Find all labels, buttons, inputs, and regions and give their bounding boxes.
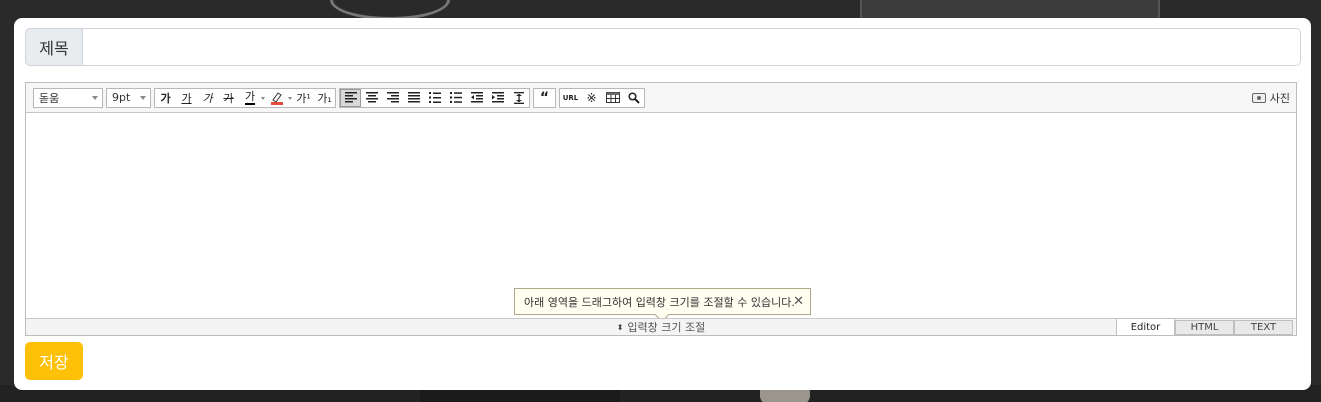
link-button[interactable]: URL — [560, 89, 581, 107]
font-family-select[interactable]: 돋움 — [33, 87, 103, 108]
outdent-button[interactable] — [466, 89, 487, 107]
align-justify-button[interactable] — [403, 89, 424, 107]
strikethrough-button[interactable]: 가 — [218, 89, 239, 107]
insert-photo-button[interactable]: 사진 — [1251, 89, 1290, 107]
font-size-value: 9pt — [112, 91, 131, 104]
line-height-icon — [513, 91, 524, 104]
resize-hint-tooltip: 아래 영역을 드래그하여 입력창 크기를 조절할 수 있습니다. ✕ — [514, 288, 811, 323]
line-height-button[interactable] — [508, 89, 529, 107]
chevron-down-icon — [92, 95, 98, 100]
font-color-icon: 가 — [244, 89, 256, 105]
font-family-value: 돋움 — [39, 91, 60, 105]
quote-icon: “ — [539, 89, 550, 106]
resize-label: 입력창 크기 조절 — [627, 321, 706, 334]
camera-icon — [1251, 93, 1266, 103]
chevron-down-icon — [288, 96, 292, 100]
quote-group: “ — [533, 87, 556, 108]
background-shape — [860, 0, 1160, 20]
rich-text-editor: 돋움 9pt 가 가 가 가 가 가¹ 가₁ “ URL ※ 사진 아래 영역을… — [25, 82, 1297, 336]
tooltip-text: 아래 영역을 드래그하여 입력창 크기를 조절할 수 있습니다. — [524, 295, 795, 309]
bold-button[interactable]: 가 — [155, 89, 176, 107]
outdent-icon — [470, 92, 483, 103]
italic-icon: 가 — [202, 91, 213, 105]
search-icon — [627, 91, 640, 104]
ordered-list-icon — [428, 92, 441, 103]
resize-handle[interactable]: ⬍ 입력창 크기 조절 — [26, 318, 1296, 335]
align-left-button[interactable] — [340, 88, 361, 107]
tab-editor[interactable]: Editor — [1116, 318, 1175, 335]
post-form-card: 제목 돋움 9pt 가 가 가 가 가 가¹ 가₁ “ URL ※ 사진 아래 … — [14, 18, 1311, 390]
underline-icon: 가 — [181, 91, 192, 105]
subscript-icon: 가₁ — [317, 91, 332, 105]
table-button[interactable] — [602, 89, 623, 107]
align-center-icon — [365, 92, 378, 103]
font-color-button[interactable]: 가 — [239, 89, 266, 107]
chevron-down-icon — [140, 95, 146, 100]
align-right-icon — [386, 92, 399, 103]
align-justify-icon — [407, 92, 420, 103]
paragraph-group — [339, 87, 530, 108]
insert-group: URL ※ — [559, 87, 645, 108]
background-shape — [330, 0, 450, 20]
italic-button[interactable]: 가 — [197, 89, 218, 107]
text-style-group: 가 가 가 가 가 가¹ 가₁ — [154, 87, 336, 108]
ordered-list-button[interactable] — [424, 89, 445, 107]
title-label: 제목 — [25, 28, 82, 66]
blockquote-button[interactable]: “ — [534, 89, 555, 107]
bullet-list-icon — [449, 92, 462, 103]
align-right-button[interactable] — [382, 89, 403, 107]
highlighter-icon — [271, 91, 283, 105]
highlight-color-button[interactable] — [266, 89, 293, 107]
resize-icon: ⬍ — [616, 322, 624, 332]
chevron-down-icon — [261, 96, 265, 100]
tab-text[interactable]: TEXT — [1234, 320, 1293, 335]
title-input[interactable] — [82, 28, 1301, 66]
table-icon — [605, 92, 620, 103]
close-icon[interactable]: ✕ — [793, 295, 804, 308]
superscript-icon: 가¹ — [296, 91, 311, 105]
link-icon: URL — [562, 93, 579, 102]
indent-button[interactable] — [487, 89, 508, 107]
special-character-button[interactable]: ※ — [581, 89, 602, 107]
tab-html[interactable]: HTML — [1175, 320, 1234, 335]
editor-mode-tabs: Editor HTML TEXT — [1116, 318, 1293, 335]
indent-icon — [491, 92, 504, 103]
align-left-icon — [344, 92, 357, 103]
align-center-button[interactable] — [361, 89, 382, 107]
photo-label: 사진 — [1269, 92, 1290, 105]
subscript-button[interactable]: 가₁ — [314, 89, 335, 107]
strikethrough-icon: 가 — [223, 91, 234, 105]
unordered-list-button[interactable] — [445, 89, 466, 107]
superscript-button[interactable]: 가¹ — [293, 89, 314, 107]
editor-toolbar: 돋움 9pt 가 가 가 가 가 가¹ 가₁ “ URL ※ 사진 — [26, 83, 1296, 113]
save-button[interactable]: 저장 — [25, 342, 83, 380]
title-row: 제목 — [25, 28, 1301, 66]
find-replace-button[interactable] — [623, 89, 644, 107]
special-character-icon: ※ — [586, 90, 597, 105]
underline-button[interactable]: 가 — [176, 89, 197, 107]
bold-icon: 가 — [160, 91, 171, 105]
font-size-select[interactable]: 9pt — [106, 87, 151, 108]
